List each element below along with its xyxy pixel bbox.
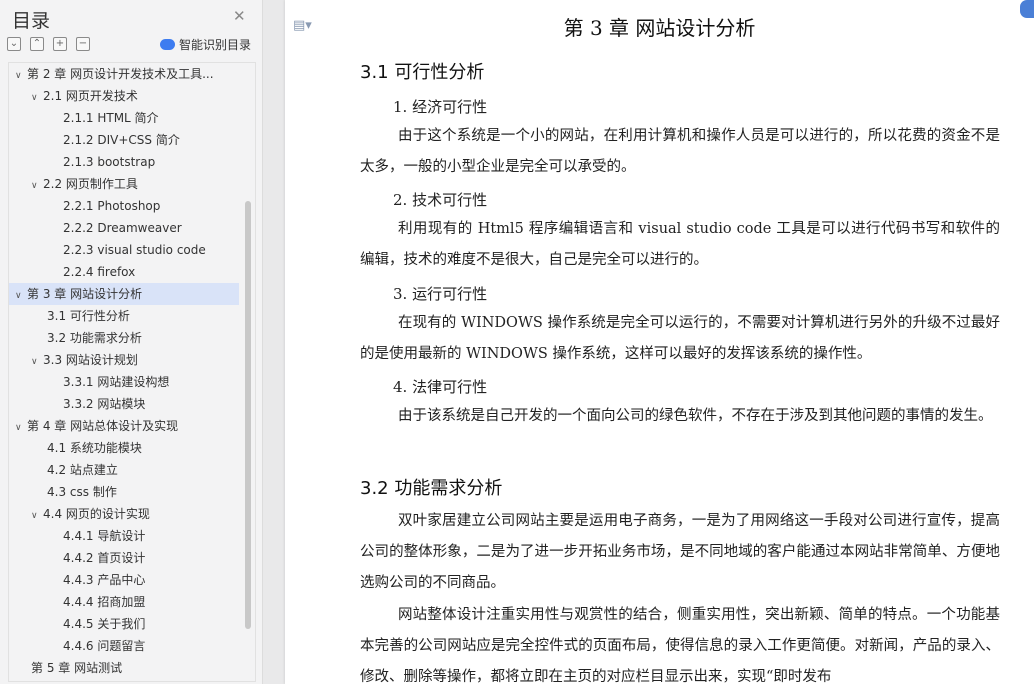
toc-item-label: 4.4.5 关于我们 — [63, 617, 146, 631]
toc-item[interactable]: 4.1 系统功能模块 — [9, 437, 239, 459]
smart-toc-label: 智能识别目录 — [179, 38, 252, 52]
toc-item-label: 4.4.2 首页设计 — [63, 551, 146, 565]
toc-list: ∨ 第 2 章 网页设计开发技术及工具... ∨ 2.1 网页开发技术 2.1.1 HT… — [9, 63, 239, 679]
paragraph: 利用现有的 Html5 程序编辑语言和 visual studio code 工… — [360, 221, 1000, 268]
toc-item-label: 4.4.6 问题留言 — [63, 639, 146, 653]
chevron-down-icon[interactable]: ∨ — [31, 175, 43, 195]
toc-item[interactable]: 4.4.1 导航设计 — [9, 525, 239, 547]
toc-item-label: 4.4.3 产品中心 — [63, 573, 146, 587]
scrollbar-thumb[interactable] — [245, 201, 251, 629]
toc-item-label: 4.3 css 制作 — [47, 485, 117, 499]
toc-item[interactable]: 2.1.3 bootstrap — [9, 151, 239, 173]
sidebar-title: 目录 — [12, 10, 51, 32]
section-heading: 3.2 功能需求分析 — [360, 478, 503, 499]
toc-item[interactable]: ∨ 第 4 章 网站总体设计及实现 — [9, 415, 239, 437]
toc-item-label: 3.1 可行性分析 — [47, 309, 130, 323]
toc-item[interactable]: 4.4.3 产品中心 — [9, 569, 239, 591]
toc-item-label: 3.2 功能需求分析 — [47, 331, 142, 345]
toc-item-label: 2.2.4 firefox — [63, 265, 136, 279]
remove-heading-icon[interactable]: − — [76, 37, 90, 51]
toc-item-label: 4.4.1 导航设计 — [63, 529, 146, 543]
toc-item-label: 3.3.1 网站建设构想 — [63, 375, 170, 389]
toc-item-label: 4.4 网页的设计实现 — [43, 507, 150, 521]
toc-item-label: 第 3 章 网站设计分析 — [27, 287, 143, 301]
list-item-heading: 3. 运行可行性 — [393, 285, 488, 303]
toc-item[interactable]: 3.3.2 网站模块 — [9, 393, 239, 415]
toc-item-label: 2.1 网页开发技术 — [43, 89, 138, 103]
toc-item-label: 2.1.2 DIV+CSS 简介 — [63, 133, 180, 147]
list-item-heading: 4. 法律可行性 — [393, 378, 488, 396]
toc-item[interactable]: 第 5 章 网站测试 — [9, 657, 239, 679]
toc-item[interactable]: 2.1.1 HTML 简介 — [9, 107, 239, 129]
toc-item[interactable]: 2.2.2 Dreamweaver — [9, 217, 239, 239]
list-item-heading: 2. 技术可行性 — [393, 191, 488, 209]
document-page[interactable]: ▤▾ 第 3 章 网站设计分析 3.1 可行性分析 1. 经济可行性 由于这个系… — [285, 0, 1034, 684]
toc-panel: ∨ 第 2 章 网页设计开发技术及工具... ∨ 2.1 网页开发技术 2.1.1 HT… — [8, 62, 256, 682]
toc-item[interactable]: 2.2.1 Photoshop — [9, 195, 239, 217]
chevron-down-icon[interactable]: ∨ — [31, 351, 43, 371]
toc-item[interactable]: 4.4.2 首页设计 — [9, 547, 239, 569]
chevron-down-icon[interactable]: ∨ — [15, 285, 27, 305]
expand-all-icon[interactable]: ⌃ — [30, 37, 44, 51]
toc-item-label: 第 4 章 网站总体设计及实现 — [27, 419, 179, 433]
toc-item-label: 4.1 系统功能模块 — [47, 441, 142, 455]
smart-icon — [160, 39, 175, 50]
toc-item-label: 4.4.4 招商加盟 — [63, 595, 146, 609]
chevron-down-icon[interactable]: ∨ — [31, 87, 43, 107]
paragraph: 双叶家居建立公司网站主要是运用电子商务，一是为了用网络这一手段对公司进行宣传，提… — [360, 513, 1000, 591]
collapse-all-icon[interactable]: ⌄ — [7, 37, 21, 51]
toc-item[interactable]: ∨ 第 3 章 网站设计分析 — [9, 283, 239, 305]
toc-item-label: 2.1.1 HTML 简介 — [63, 111, 159, 125]
toc-item[interactable]: 4.3 css 制作 — [9, 481, 239, 503]
toc-item-label: 第 2 章 网页设计开发技术及工具... — [27, 67, 214, 81]
toc-item-label: 3.3.2 网站模块 — [63, 397, 146, 411]
toc-item[interactable]: 4.4.6 问题留言 — [9, 635, 239, 657]
toc-item-label: 2.2 网页制作工具 — [43, 177, 138, 191]
toc-item[interactable]: 3.2 功能需求分析 — [9, 327, 239, 349]
toc-item[interactable]: 4.2 站点建立 — [9, 459, 239, 481]
toc-item-label: 4.2 站点建立 — [47, 463, 118, 477]
toc-item[interactable]: ∨ 4.4 网页的设计实现 — [9, 503, 239, 525]
toc-item[interactable]: 4.4.4 招商加盟 — [9, 591, 239, 613]
chevron-down-icon[interactable]: ∨ — [31, 505, 43, 525]
chevron-down-icon[interactable]: ∨ — [15, 417, 27, 437]
toc-item-label: 3.3 网站设计规划 — [43, 353, 138, 367]
paragraph: 由于该系统是自己开发的一个面向公司的绿色软件，不存在于涉及到其他问题的事情的发生… — [398, 408, 993, 424]
list-item-heading: 1. 经济可行性 — [393, 98, 488, 116]
chevron-down-icon[interactable]: ∨ — [15, 65, 27, 85]
toc-item-label: 2.2.2 Dreamweaver — [63, 221, 182, 235]
toc-item[interactable]: 2.2.4 firefox — [9, 261, 239, 283]
paragraph: 网站整体设计注重实用性与观赏性的结合，侧重实用性，突出新颖、简单的特点。一个功能… — [360, 607, 1000, 684]
add-heading-icon[interactable]: + — [53, 37, 67, 51]
paragraph: 由于这个系统是一个小的网站，在利用计算机和操作人员是可以进行的，所以花费的资金不… — [360, 128, 1000, 175]
toc-item[interactable]: ∨ 2.1 网页开发技术 — [9, 85, 239, 107]
toc-item[interactable]: ∨ 第 2 章 网页设计开发技术及工具... — [9, 63, 239, 85]
close-icon[interactable]: ✕ — [233, 7, 246, 25]
gutter — [263, 0, 285, 684]
chapter-title: 第 3 章 网站设计分析 — [563, 16, 756, 40]
paragraph: 在现有的 WINDOWS 操作系统是完全可以运行的，不需要对计算机进行另外的升级… — [360, 315, 1000, 362]
toc-item-label: 第 5 章 网站测试 — [31, 661, 123, 675]
toc-scrollbar[interactable] — [243, 63, 253, 681]
toc-item[interactable]: ∨ 3.3 网站设计规划 — [9, 349, 239, 371]
smart-toc-button[interactable]: 智能识别目录 — [160, 36, 251, 53]
toc-item[interactable]: 2.2.3 visual studio code — [9, 239, 239, 261]
toc-item[interactable]: 4.4.5 关于我们 — [9, 613, 239, 635]
toc-sidebar: 目录 ✕ ⌄ ⌃ + − 智能识别目录 ∨ 第 2 章 网页设计开发技术及工具..… — [0, 0, 263, 684]
toc-toolbar: ⌄ ⌃ + − — [7, 37, 90, 53]
toc-item[interactable]: 3.1 可行性分析 — [9, 305, 239, 327]
toc-item-label: 2.2.1 Photoshop — [63, 199, 161, 213]
toc-item[interactable]: 3.3.1 网站建设构想 — [9, 371, 239, 393]
toc-item[interactable]: ∨ 2.2 网页制作工具 — [9, 173, 239, 195]
toc-item-label: 2.2.3 visual studio code — [63, 243, 206, 257]
section-heading: 3.1 可行性分析 — [360, 62, 485, 83]
toc-item-label: 2.1.3 bootstrap — [63, 155, 156, 169]
toc-item[interactable]: 2.1.2 DIV+CSS 简介 — [9, 129, 239, 151]
